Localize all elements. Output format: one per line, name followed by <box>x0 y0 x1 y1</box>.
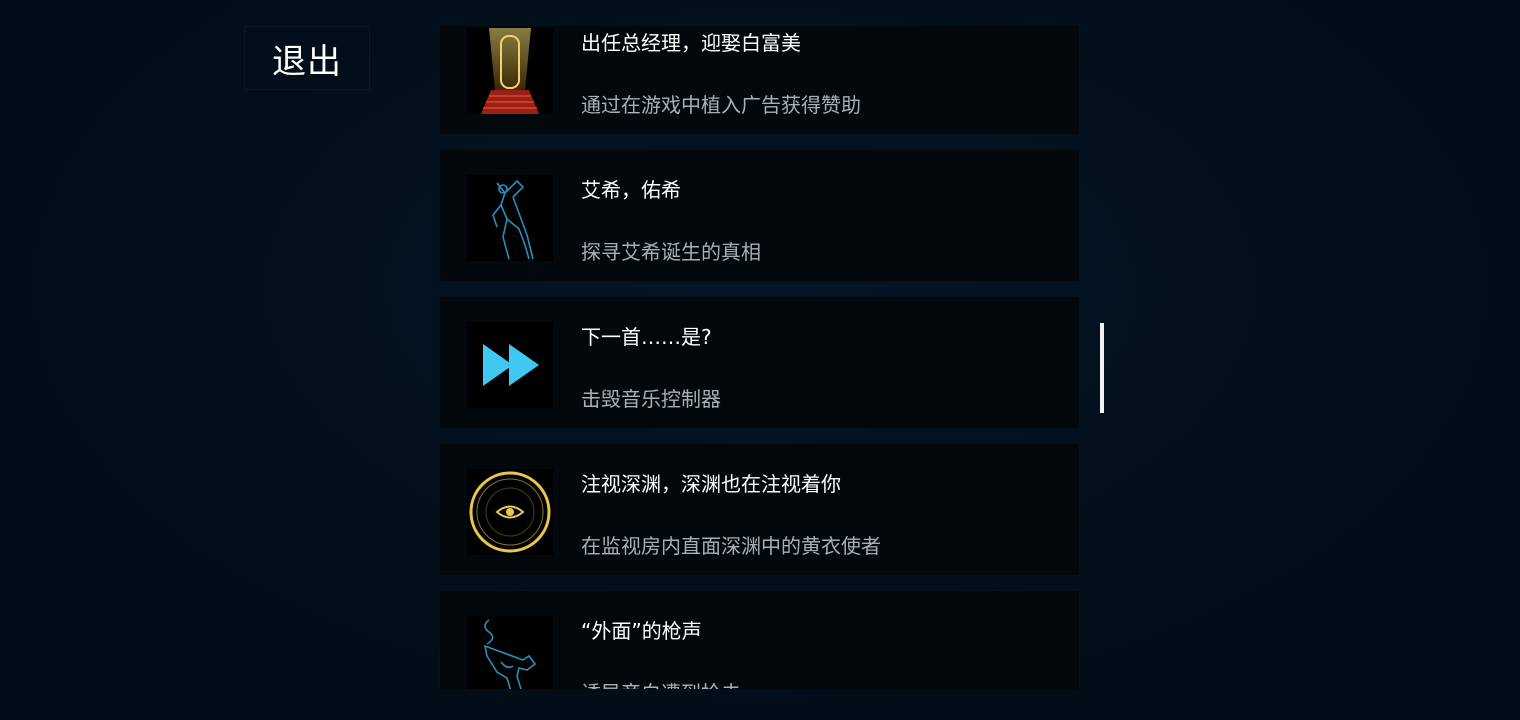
achievement-item[interactable]: 艾希，佑希 探寻艾希诞生的真相 <box>439 149 1080 282</box>
achievement-description: 诱导旁白遭到枪击 <box>581 677 741 689</box>
achievement-description: 通过在游戏中植入广告获得赞助 <box>581 93 861 117</box>
achievement-description: 探寻艾希诞生的真相 <box>581 240 761 264</box>
achievement-item[interactable]: 下一首……是? 击毁音乐控制器 <box>439 296 1080 429</box>
scrollbar-thumb[interactable] <box>1100 323 1104 413</box>
achievement-description: 击毁音乐控制器 <box>581 387 721 411</box>
achievement-list-content: 出任总经理，迎娶白富美 通过在游戏中植入广告获得赞助 艾希，佑希 探寻艾希诞生的… <box>439 26 1080 689</box>
fast-forward-icon <box>467 322 553 408</box>
achievement-description: 在监视房内直面深渊中的黄衣使者 <box>581 534 881 558</box>
achievement-title: 下一首……是? <box>581 325 712 349</box>
eye-circle-icon <box>467 469 553 555</box>
smoking-gun-icon <box>467 616 553 689</box>
blade-figure-icon <box>467 175 553 261</box>
achievement-title: “外面”的枪声 <box>581 619 702 643</box>
achievement-list[interactable]: 出任总经理，迎娶白富美 通过在游戏中植入广告获得赞助 艾希，佑希 探寻艾希诞生的… <box>439 26 1080 689</box>
achievement-title: 注视深渊，深渊也在注视着你 <box>581 472 841 496</box>
exit-button[interactable]: 退出 <box>244 26 370 90</box>
achievement-item[interactable]: 出任总经理，迎娶白富美 通过在游戏中植入广告获得赞助 <box>439 26 1080 135</box>
achievement-title: 出任总经理，迎娶白富美 <box>581 31 801 55</box>
achievement-item[interactable]: 注视深渊，深渊也在注视着你 在监视房内直面深渊中的黄衣使者 <box>439 443 1080 576</box>
achievement-item[interactable]: “外面”的枪声 诱导旁白遭到枪击 <box>439 590 1080 689</box>
golden-door-icon <box>467 28 553 114</box>
achievements-screen: 退出 出任总经理，迎娶白富美 通过在游戏中植入广告获得赞助 艾希，佑希 探寻艾希… <box>0 0 1520 720</box>
achievement-title: 艾希，佑希 <box>581 178 681 202</box>
